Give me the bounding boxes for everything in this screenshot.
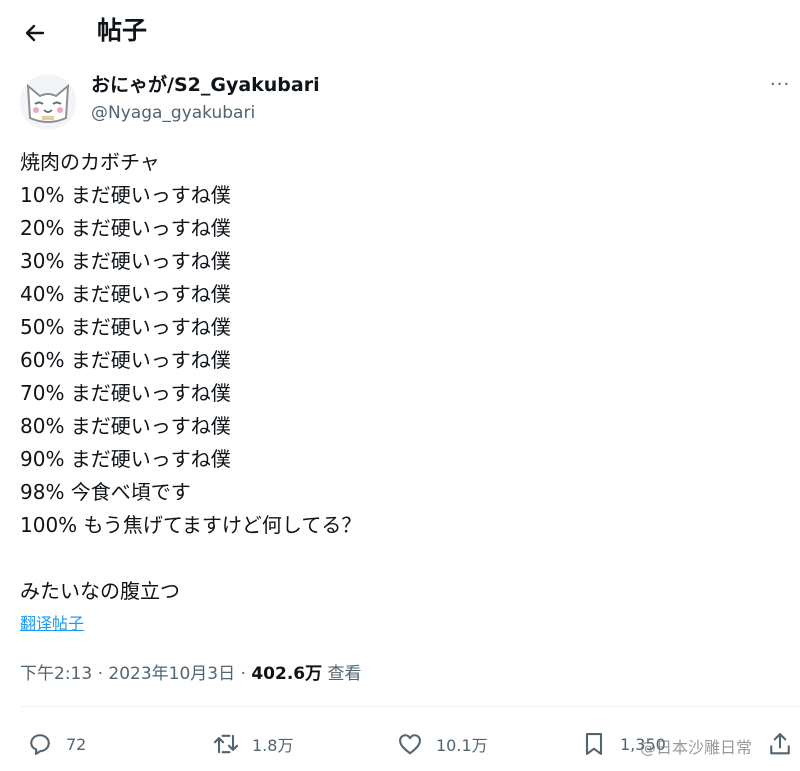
post-line: 10% まだ硬いっすね僕 — [20, 183, 231, 207]
post-line: 焼肉のカボチャ — [20, 150, 160, 174]
post-line: 80% まだ硬いっすね僕 — [20, 414, 231, 438]
author-name[interactable]: おにゃが/S2_Gyakubari — [91, 72, 320, 98]
post-line: 50% まだ硬いっすね僕 — [20, 315, 231, 339]
page-title: 帖子 — [97, 16, 148, 45]
post-text: 焼肉のカボチャ 10% まだ硬いっすね僕 20% まだ硬いっすね僕 30% まだ… — [20, 146, 780, 608]
post-line: 98% 今食べ頃です — [20, 480, 191, 504]
watermark: @日本沙雕日常 — [640, 738, 753, 757]
post-line: 70% まだ硬いっすね僕 — [20, 381, 231, 405]
top-bar: 帖子 — [0, 0, 800, 62]
bookmark-icon — [585, 733, 603, 755]
repost-icon — [213, 734, 239, 754]
repost-count: 1.8万 — [252, 736, 294, 755]
divider — [20, 706, 800, 707]
meta-separator: · — [92, 664, 109, 684]
post-line: 30% まだ硬いっすね僕 — [20, 249, 231, 273]
translate-post-link[interactable]: 翻译帖子 — [20, 612, 84, 636]
post-line: 40% まだ硬いっすね僕 — [20, 282, 231, 306]
post-line: 20% まだ硬いっすね僕 — [20, 216, 231, 240]
reply-icon — [30, 734, 50, 755]
back-button[interactable] — [18, 16, 52, 50]
share-icon — [770, 733, 790, 755]
cat-avatar-icon — [26, 83, 70, 123]
author-handle[interactable]: @Nyaga_gyakubari — [91, 101, 255, 125]
reply-count: 72 — [66, 734, 87, 754]
views-label: 查看 — [322, 664, 362, 684]
like-count: 10.1万 — [436, 736, 488, 755]
post-date[interactable]: 2023年10月3日 — [108, 664, 235, 684]
reply-button[interactable]: 72 — [26, 722, 86, 766]
post-line: 100% もう焦げてますけど何してる？ — [20, 513, 362, 537]
post-line: 90% まだ硬いっすね僕 — [20, 447, 231, 471]
post-time[interactable]: 下午2:13 — [20, 664, 92, 684]
views-count: 402.6万 — [251, 664, 323, 684]
meta-separator: · — [235, 664, 252, 684]
share-button[interactable] — [766, 722, 794, 766]
like-button[interactable]: 10.1万 — [396, 722, 488, 766]
heart-icon — [399, 734, 421, 755]
repost-button[interactable]: 1.8万 — [212, 722, 293, 766]
arrow-left-icon — [25, 24, 45, 42]
post-line: みたいなの腹立つ — [20, 579, 180, 603]
avatar[interactable] — [20, 74, 76, 130]
post-meta: 下午2:13 · 2023年10月3日 · 402.6万 查看 — [20, 660, 362, 688]
more-options-button[interactable]: ··· — [770, 72, 798, 98]
post-line: 60% まだ硬いっすね僕 — [20, 348, 231, 372]
